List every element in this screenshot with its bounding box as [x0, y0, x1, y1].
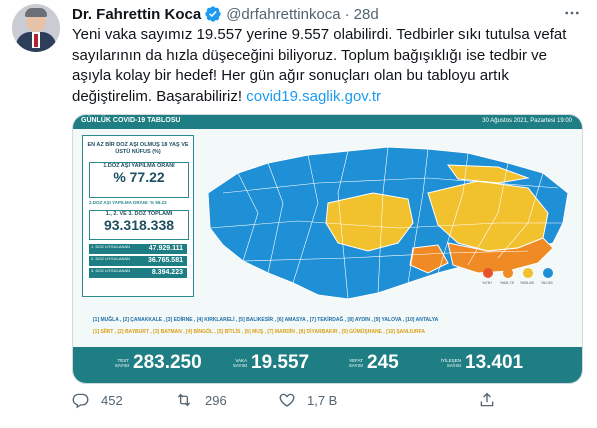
legend-label: %75+ [482, 280, 493, 285]
stat-tests: TEST SAYISI 283.250 [107, 352, 202, 374]
author-name[interactable]: Dr. Fahrettin Koca [72, 6, 201, 23]
dose-row-value: 36.765.581 [147, 257, 183, 264]
second-dose-label: 2.DOZ AŞI YAPILMA ORANI: % 59.23 [89, 200, 167, 205]
share-icon [480, 392, 494, 407]
dose-row: 2. DOZ UYGULANAN 36.765.581 [89, 256, 187, 266]
stat-deaths: VEFAT SAYISI 245 [341, 352, 399, 374]
legend-label: %0-55 [541, 280, 553, 285]
like-count: 1,7 B [307, 392, 338, 408]
tweet-actions: 452 296 1,7 B [72, 388, 587, 412]
tweet-image[interactable]: GÜNLÜK COVID-19 TABLOSU 30 Ağustos 2021,… [72, 114, 583, 384]
top-provinces-line: [1] MUĞLA , [2] ÇANAKKALE , [3] EDİRNE ,… [93, 317, 439, 323]
first-dose-value: % 77.22 [113, 169, 165, 185]
tweet[interactable]: Dr. Fahrettin Koca @drfahrettinkoca · 28… [0, 0, 597, 428]
dose-row-label: 3. DOZ UYGULANAN [91, 268, 130, 273]
avatar[interactable] [12, 4, 60, 52]
stat-cases: VAKA SAYISI 19.557 [225, 352, 309, 374]
stat-recovered: İYİLEŞEN SAYISI 13.401 [439, 352, 523, 374]
share-button[interactable] [478, 388, 507, 412]
tweet-text: Yeni vaka sayımız 19.557 yerine 9.557 ol… [72, 25, 587, 107]
tweet-header: Dr. Fahrettin Koca @drfahrettinkoca · 28… [72, 4, 379, 24]
heart-icon [279, 393, 295, 407]
retweet-count: 296 [205, 392, 227, 408]
stat-value: 283.250 [133, 352, 202, 373]
tweet-link[interactable]: covid19.saglik.gov.tr [246, 88, 381, 105]
vaccination-panel: EN AZ BİR DOZ AŞI OLMUŞ 18 YAŞ VE ÜSTÜ N… [82, 135, 194, 297]
card-date: 30 Ağustos 2021, Pazartesi 19:00 [482, 118, 572, 124]
separator-dot: · [344, 5, 350, 23]
verified-badge-icon [204, 5, 222, 23]
reply-count: 452 [101, 392, 123, 408]
stat-value: 19.557 [251, 352, 310, 373]
retweet-icon [177, 393, 191, 407]
dose-row: 1. DOZ UYGULANAN 47.929.111 [89, 244, 187, 254]
stat-label: VAKA SAYISI [232, 358, 247, 368]
dose-row-value: 8.394.223 [151, 269, 183, 276]
stat-label: VEFAT SAYISI [348, 358, 363, 368]
legend-label: %55-65 [520, 280, 534, 285]
dose-row-value: 47.929.111 [148, 245, 183, 252]
daily-stats-bar: TEST SAYISI 283.250 VAKA SAYISI 19.557 V… [73, 347, 582, 383]
panel-title: EN AZ BİR DOZ AŞI OLMUŞ 18 YAŞ VE ÜSTÜ N… [87, 142, 189, 155]
stat-value: 245 [367, 352, 399, 373]
stat-value: 13.401 [465, 352, 524, 373]
dose-row-label: 1. DOZ UYGULANAN [91, 244, 130, 249]
total-value: 93.318.338 [103, 217, 175, 233]
card-title: GÜNLÜK COVID-19 TABLOSU [81, 117, 181, 124]
first-dose-box: 1.DOZ AŞI YAPILMA ORANI % 77.22 [89, 162, 189, 198]
card-header: GÜNLÜK COVID-19 TABLOSU 30 Ağustos 2021,… [73, 115, 582, 129]
author-handle[interactable]: @drfahrettinkoca [226, 6, 340, 23]
bottom-provinces-line: [1] SİİRT , [2] BAYBURT , [3] BATMAN , [… [93, 329, 425, 335]
timestamp[interactable]: 28d [354, 6, 379, 23]
more-options-icon[interactable] [560, 2, 584, 24]
total-box: 1., 2. VE 3. DOZ TOPLAMI 93.318.338 [89, 210, 189, 240]
stat-label: İYİLEŞEN SAYISI [440, 358, 461, 368]
retweet-button[interactable]: 296 [174, 388, 227, 412]
stat-label: TEST SAYISI [114, 358, 129, 368]
reply-button[interactable]: 452 [72, 388, 123, 412]
legend-label: %65-75 [500, 280, 514, 285]
dose-row: 3. DOZ UYGULANAN 8.394.223 [89, 268, 187, 278]
reply-icon [72, 393, 89, 409]
map-legend: %75+ %65-75 %55-65 %0-55 [478, 265, 568, 289]
like-button[interactable]: 1,7 B [278, 388, 337, 412]
dose-row-label: 2. DOZ UYGULANAN [91, 256, 130, 261]
